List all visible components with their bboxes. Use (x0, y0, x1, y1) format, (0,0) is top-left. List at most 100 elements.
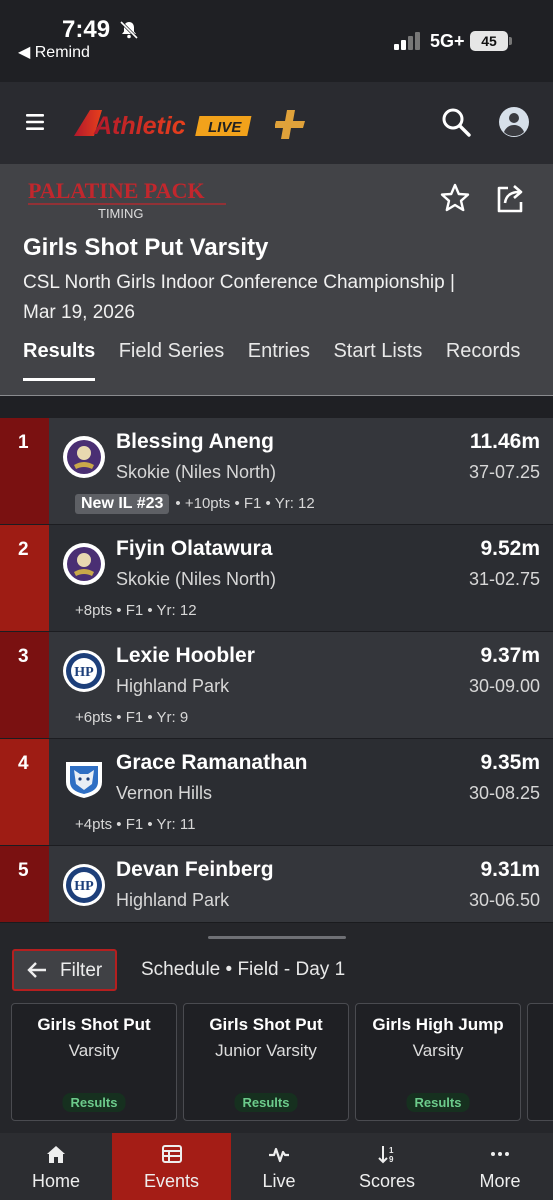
tab-home[interactable]: Home (0, 1133, 112, 1200)
app-navbar: Athletic LIVE (0, 82, 553, 164)
place-cell: 2 (0, 525, 49, 631)
place-number: 1 (18, 432, 29, 453)
place-number: 4 (18, 753, 29, 774)
place-cell: 5 (0, 846, 49, 922)
filter-label: Filter (60, 960, 103, 981)
svg-text:HP: HP (74, 665, 94, 680)
tab-label: More (479, 1171, 521, 1191)
athlete-name[interactable]: Lexie Hoobler (116, 644, 255, 668)
result-meta: +4pts • F1 • Yr: 11 (75, 816, 196, 833)
place-number: 2 (18, 539, 29, 560)
palatine-pack-timing-logo: PALATINE PACK TIMING (28, 178, 226, 221)
search-icon[interactable] (440, 106, 472, 138)
meet-date: Mar 19, 2026 (23, 302, 135, 323)
account-icon[interactable] (498, 106, 530, 138)
meet-name: CSL North Girls Indoor Conference Champi… (23, 272, 455, 293)
result-mark: 9.52m (480, 537, 540, 560)
result-imperial: 37-07.25 (468, 462, 540, 482)
tab-live[interactable]: Live (231, 1133, 327, 1200)
athlete-name[interactable]: Blessing Aneng (116, 430, 274, 454)
tab-more[interactable]: More (447, 1133, 553, 1200)
athletic-live-logo[interactable]: Athletic LIVE (72, 104, 258, 142)
result-meta-text: • +10pts • F1 • Yr: 12 (175, 495, 315, 512)
result-imperial: 31-02.75 (468, 569, 540, 589)
athlete-name[interactable]: Grace Ramanathan (116, 751, 307, 775)
home-icon (47, 1146, 65, 1163)
event-card-status: Results (406, 1093, 470, 1112)
results-list: 1 Blessing Aneng Skokie (Niles North) 11… (0, 418, 553, 922)
cougar-logo (66, 762, 102, 798)
athlete-name[interactable]: Fiyin Olatawura (116, 537, 272, 561)
result-row[interactable]: 4 Grace Ramanathan Vernon Hills 9.35m 30… (0, 739, 553, 846)
network-label: 5G+ (430, 31, 465, 51)
vikings-logo (63, 543, 105, 585)
more-icon (491, 1152, 509, 1156)
pulse-icon (269, 1147, 289, 1163)
team-name[interactable]: Highland Park (116, 676, 229, 697)
tab-label: Events (143, 1171, 200, 1191)
vikings-logo (63, 436, 105, 478)
tab-records[interactable]: Records (446, 340, 520, 382)
tab-label: Scores (358, 1171, 416, 1191)
athlete-name[interactable]: Devan Feinberg (116, 858, 274, 882)
place-number: 5 (18, 860, 29, 881)
events-icon (161, 1145, 182, 1163)
result-row[interactable]: 2 Fiyin Olatawura Skokie (Niles North) 9… (0, 525, 553, 632)
event-card-name: Girls High Jump (372, 1015, 504, 1034)
result-mark: 9.35m (480, 751, 540, 774)
event-card[interactable]: Girls Shot Put Varsity Results (11, 1003, 177, 1121)
silent-bell-icon (119, 20, 139, 40)
team-name[interactable]: Skokie (Niles North) (116, 569, 276, 590)
result-row[interactable]: 1 Blessing Aneng Skokie (Niles North) 11… (0, 418, 553, 525)
bottom-tab-bar: Home Events Live 1 9 Scores More (0, 1133, 553, 1200)
event-card-level: Varsity (412, 1041, 464, 1060)
share-icon[interactable] (494, 182, 528, 214)
clock: 7:49 (62, 16, 111, 43)
signal-icon (394, 32, 420, 50)
event-card[interactable]: Girls High Jump Varsity Results (355, 1003, 521, 1121)
result-meta: +8pts • F1 • Yr: 12 (75, 602, 197, 619)
giants-logo: HP (63, 650, 105, 692)
result-row[interactable]: 3 HP Lexie Hoobler Highland Park 9.37m 3… (0, 632, 553, 739)
header-divider (0, 395, 553, 396)
result-imperial: 30-06.50 (468, 890, 540, 910)
logo-badge: LIVE (208, 119, 242, 136)
sheet-drag-handle[interactable] (208, 936, 346, 939)
status-bar: 7:49 ◀ Remind 5G+ 45 (0, 0, 553, 82)
event-card-status: Results (234, 1093, 298, 1112)
place-cell: 1 (0, 418, 49, 524)
team-name[interactable]: Highland Park (116, 890, 229, 911)
result-imperial: 30-08.25 (468, 783, 540, 803)
back-to-app-link[interactable]: ◀ Remind (18, 42, 90, 62)
tab-scores[interactable]: 1 9 Scores (327, 1133, 447, 1200)
event-card-partial[interactable] (527, 1003, 553, 1121)
meet-info: CSL North Girls Indoor Conference Champi… (23, 268, 523, 328)
team-name[interactable]: Vernon Hills (116, 783, 212, 804)
hamburger-menu-icon[interactable] (24, 112, 48, 132)
event-title: Girls Shot Put Varsity (23, 234, 269, 261)
event-card-level: Varsity (68, 1041, 120, 1060)
place-number: 3 (18, 646, 29, 667)
tab-events[interactable]: Events (112, 1133, 231, 1200)
tab-field-series[interactable]: Field Series (119, 340, 225, 382)
team-name[interactable]: Skokie (Niles North) (116, 462, 276, 483)
tab-entries[interactable]: Entries (248, 340, 310, 382)
tab-start-lists[interactable]: Start Lists (333, 340, 422, 382)
result-row[interactable]: 5 HP Devan Feinberg Highland Park 9.31m … (0, 846, 553, 922)
result-imperial: 30-09.00 (468, 676, 540, 696)
schedule-sheet: Filter Schedule • Field - Day 1 Girls Sh… (0, 922, 553, 1133)
result-mark: 9.37m (480, 644, 540, 667)
result-meta: New IL #23 • +10pts • F1 • Yr: 12 (75, 494, 315, 514)
result-mark: 9.31m (480, 858, 540, 881)
filter-button[interactable]: Filter (12, 949, 117, 991)
battery-tip (509, 37, 512, 45)
event-card-level: Junior Varsity (215, 1041, 317, 1060)
event-card[interactable]: Girls Shot Put Junior Varsity Results (183, 1003, 349, 1121)
svg-text:9: 9 (389, 1155, 394, 1164)
sort-icon: 1 9 (378, 1146, 394, 1164)
tab-results[interactable]: Results (23, 340, 96, 382)
giants-logo: HP (63, 864, 105, 906)
plus-logo-icon[interactable] (275, 108, 307, 140)
event-card-name: Girls Shot Put (37, 1015, 151, 1034)
favorite-star-icon[interactable] (439, 182, 471, 214)
